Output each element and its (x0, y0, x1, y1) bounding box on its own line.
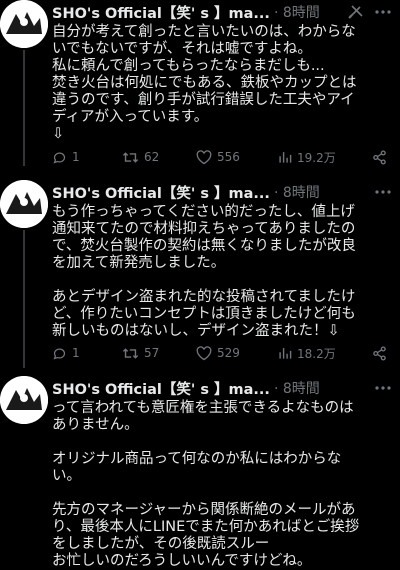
share-icon (373, 149, 386, 165)
tweet-text: 自分が考えて創ったと言いたいのは、わからな いでもないですが、それは嘘ですよね。… (52, 24, 357, 142)
thread-line (23, 230, 25, 368)
bell-icon[interactable] (346, 3, 366, 25)
more-options-icon[interactable] (374, 380, 392, 399)
tweet[interactable]: SHO's Official【笑' s 】ma... · 8時間 自分が考えて創… (0, 0, 400, 168)
share-button[interactable] (372, 149, 387, 165)
reply-button[interactable]: 1 (52, 346, 80, 361)
more-options-icon[interactable] (374, 4, 392, 23)
views-icon (279, 152, 292, 163)
display-name[interactable]: SHO's Official【笑' s 】ma... (52, 378, 270, 399)
like-button[interactable]: 529 (196, 345, 240, 361)
tweet[interactable]: SHO's Official【笑' s 】ma... · 8時間 って言われても… (0, 376, 400, 569)
tweet[interactable]: SHO's Official【笑' s 】ma... · 8時間 もう作っちゃっ… (0, 180, 400, 370)
tweet-header: SHO's Official【笑' s 】ma... · 8時間 (52, 2, 352, 22)
more-options-icon[interactable] (374, 184, 392, 203)
like-count: 529 (217, 346, 240, 360)
heart-icon (196, 149, 212, 164)
retweet-count: 57 (144, 346, 160, 360)
display-name[interactable]: SHO's Official【笑' s 】ma... (52, 182, 270, 203)
share-button[interactable] (372, 345, 387, 361)
avatar[interactable] (0, 180, 48, 228)
reply-icon (53, 152, 66, 163)
tweet-text: って言われても意匠権を主張できるよなものは ありません。 オリジナル商品って何な… (52, 400, 360, 569)
reply-button[interactable]: 1 (52, 150, 80, 165)
tweet-text: もう作っちゃってください的だったし、値上げ 通知来てたので材料抑えちゃってありま… (52, 204, 356, 339)
heart-icon (196, 345, 212, 360)
views-icon (279, 348, 292, 359)
retweet-icon (122, 347, 139, 359)
like-button[interactable]: 556 (196, 149, 240, 165)
views-count: 18.2万 (297, 346, 336, 361)
reply-count: 1 (72, 150, 80, 164)
timestamp[interactable]: · 8時間 (274, 182, 320, 202)
timestamp[interactable]: · 8時間 (274, 2, 320, 22)
views-button[interactable]: 18.2万 (278, 345, 336, 362)
share-icon (373, 345, 386, 361)
action-bar: 1 62 556 19.2万 (52, 148, 394, 166)
action-bar: 1 57 529 18.2万 (52, 344, 394, 362)
timestamp[interactable]: · 8時間 (274, 378, 320, 398)
views-count: 19.2万 (297, 150, 336, 165)
views-button[interactable]: 19.2万 (278, 149, 336, 166)
retweet-button[interactable]: 57 (122, 346, 159, 361)
like-count: 556 (217, 150, 240, 164)
tweet-header: SHO's Official【笑' s 】ma... · 8時間 (52, 182, 352, 202)
display-name[interactable]: SHO's Official【笑' s 】ma... (52, 2, 270, 23)
avatar[interactable] (0, 0, 48, 48)
retweet-count: 62 (144, 150, 160, 164)
reply-icon (53, 348, 66, 359)
retweet-button[interactable]: 62 (122, 150, 159, 165)
retweet-icon (122, 151, 139, 163)
reply-count: 1 (72, 346, 80, 360)
thread-line (23, 50, 25, 166)
avatar[interactable] (0, 376, 48, 424)
tweet-header: SHO's Official【笑' s 】ma... · 8時間 (52, 378, 352, 398)
